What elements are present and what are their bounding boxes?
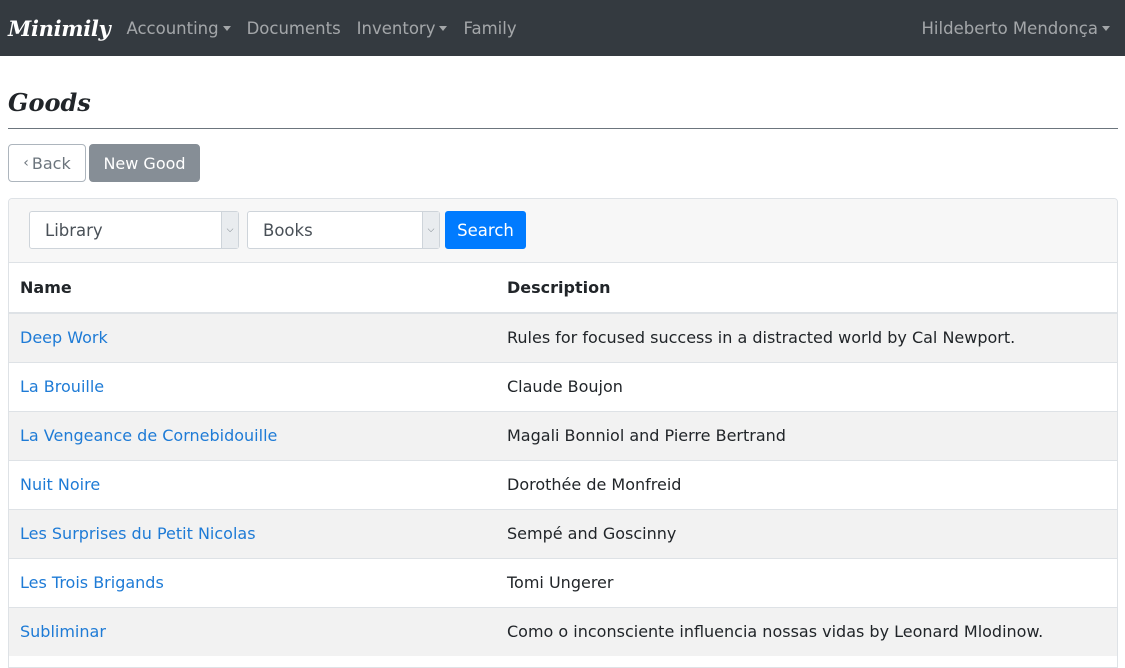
chevron-left-icon: ‹ [23,155,29,171]
brand-logo[interactable]: Minimily [8,16,111,41]
caret-down-icon [439,25,448,31]
nav-item-documents[interactable]: Documents [247,19,341,38]
good-link[interactable]: La Vengeance de Cornebidouille [20,426,277,445]
library-select[interactable]: Library ⌵ [29,211,239,249]
table-row: Les Trois Brigands Tomi Ungerer [9,557,1117,607]
table-row: Subliminar Como o inconsciente influenci… [9,606,1117,656]
cell-name: La Brouille [9,361,496,411]
good-link[interactable]: Deep Work [20,328,108,347]
page-title: Goods [8,88,91,117]
caret-down-icon [1102,25,1110,31]
nav-item-family[interactable]: Family [463,19,516,38]
cell-description: Tomi Ungerer [496,557,1117,607]
category-select[interactable]: Books ⌵ [247,211,440,249]
cell-description: Dorothée de Monfreid [496,459,1117,509]
nav-item-label: Inventory [356,18,436,38]
cell-name: Les Surprises du Petit Nicolas [9,508,496,558]
caret-down-icon [222,25,231,31]
nav-item-accounting[interactable]: Accounting [126,18,231,38]
back-button-label: Back [31,153,71,173]
table-row: Les Surprises du Petit Nicolas Sempé and… [9,508,1117,558]
good-link[interactable]: Les Surprises du Petit Nicolas [20,524,256,543]
filter-bar: Library ⌵ Books ⌵ Search [9,199,1117,263]
chevron-down-icon: ⌵ [221,212,238,248]
good-link[interactable]: Nuit Noire [20,475,100,494]
library-select-value: Library [45,220,103,240]
nav-item-inventory[interactable]: Inventory [357,19,448,38]
cell-name: Nuit Noire [9,459,496,509]
nav-item-label: Family [463,18,517,38]
table-row: La Vengeance de Cornebidouille Magali Bo… [9,410,1117,460]
nav-item-label: Documents [246,18,341,38]
goods-table: Name Description Deep Work Rules for foc… [9,263,1117,656]
nav-item-label: Accounting [126,18,219,38]
column-header-name: Name [9,263,496,314]
cell-description: Magali Bonniol and Pierre Bertrand [496,410,1117,460]
table-row: Nuit Noire Dorothée de Monfreid [9,459,1117,509]
table-header-row: Name Description [9,263,1117,314]
cell-description: Rules for focused success in a distracte… [496,312,1117,362]
chevron-down-icon: ⌵ [422,212,439,248]
category-select-value: Books [263,220,313,240]
user-menu[interactable]: Hildeberto Mendonça [922,0,1110,56]
table-row: Deep Work Rules for focused success in a… [9,312,1117,362]
cell-description: Sempé and Goscinny [496,508,1117,558]
goods-panel: Library ⌵ Books ⌵ Search Name Descriptio… [8,198,1118,668]
back-button[interactable]: ‹ Back [8,144,86,182]
good-link[interactable]: La Brouille [20,377,104,396]
title-divider [8,128,1118,129]
top-navbar: Minimily Accounting Documents Inventory … [0,0,1125,56]
cell-description: Como o inconsciente influencia nossas vi… [496,606,1117,656]
search-button-label: Search [457,220,514,240]
table-row: La Brouille Claude Boujon [9,361,1117,411]
new-good-button-label: New Good [103,153,186,173]
good-link[interactable]: Subliminar [20,622,106,641]
cell-description: Claude Boujon [496,361,1117,411]
column-header-description: Description [496,263,1117,314]
user-name: Hildeberto Mendonça [921,18,1098,38]
cell-name: La Vengeance de Cornebidouille [9,410,496,460]
cell-name: Les Trois Brigands [9,557,496,607]
search-button[interactable]: Search [445,211,526,249]
cell-name: Subliminar [9,606,496,656]
cell-name: Deep Work [9,312,496,362]
new-good-button[interactable]: New Good [89,144,200,182]
good-link[interactable]: Les Trois Brigands [20,573,164,592]
